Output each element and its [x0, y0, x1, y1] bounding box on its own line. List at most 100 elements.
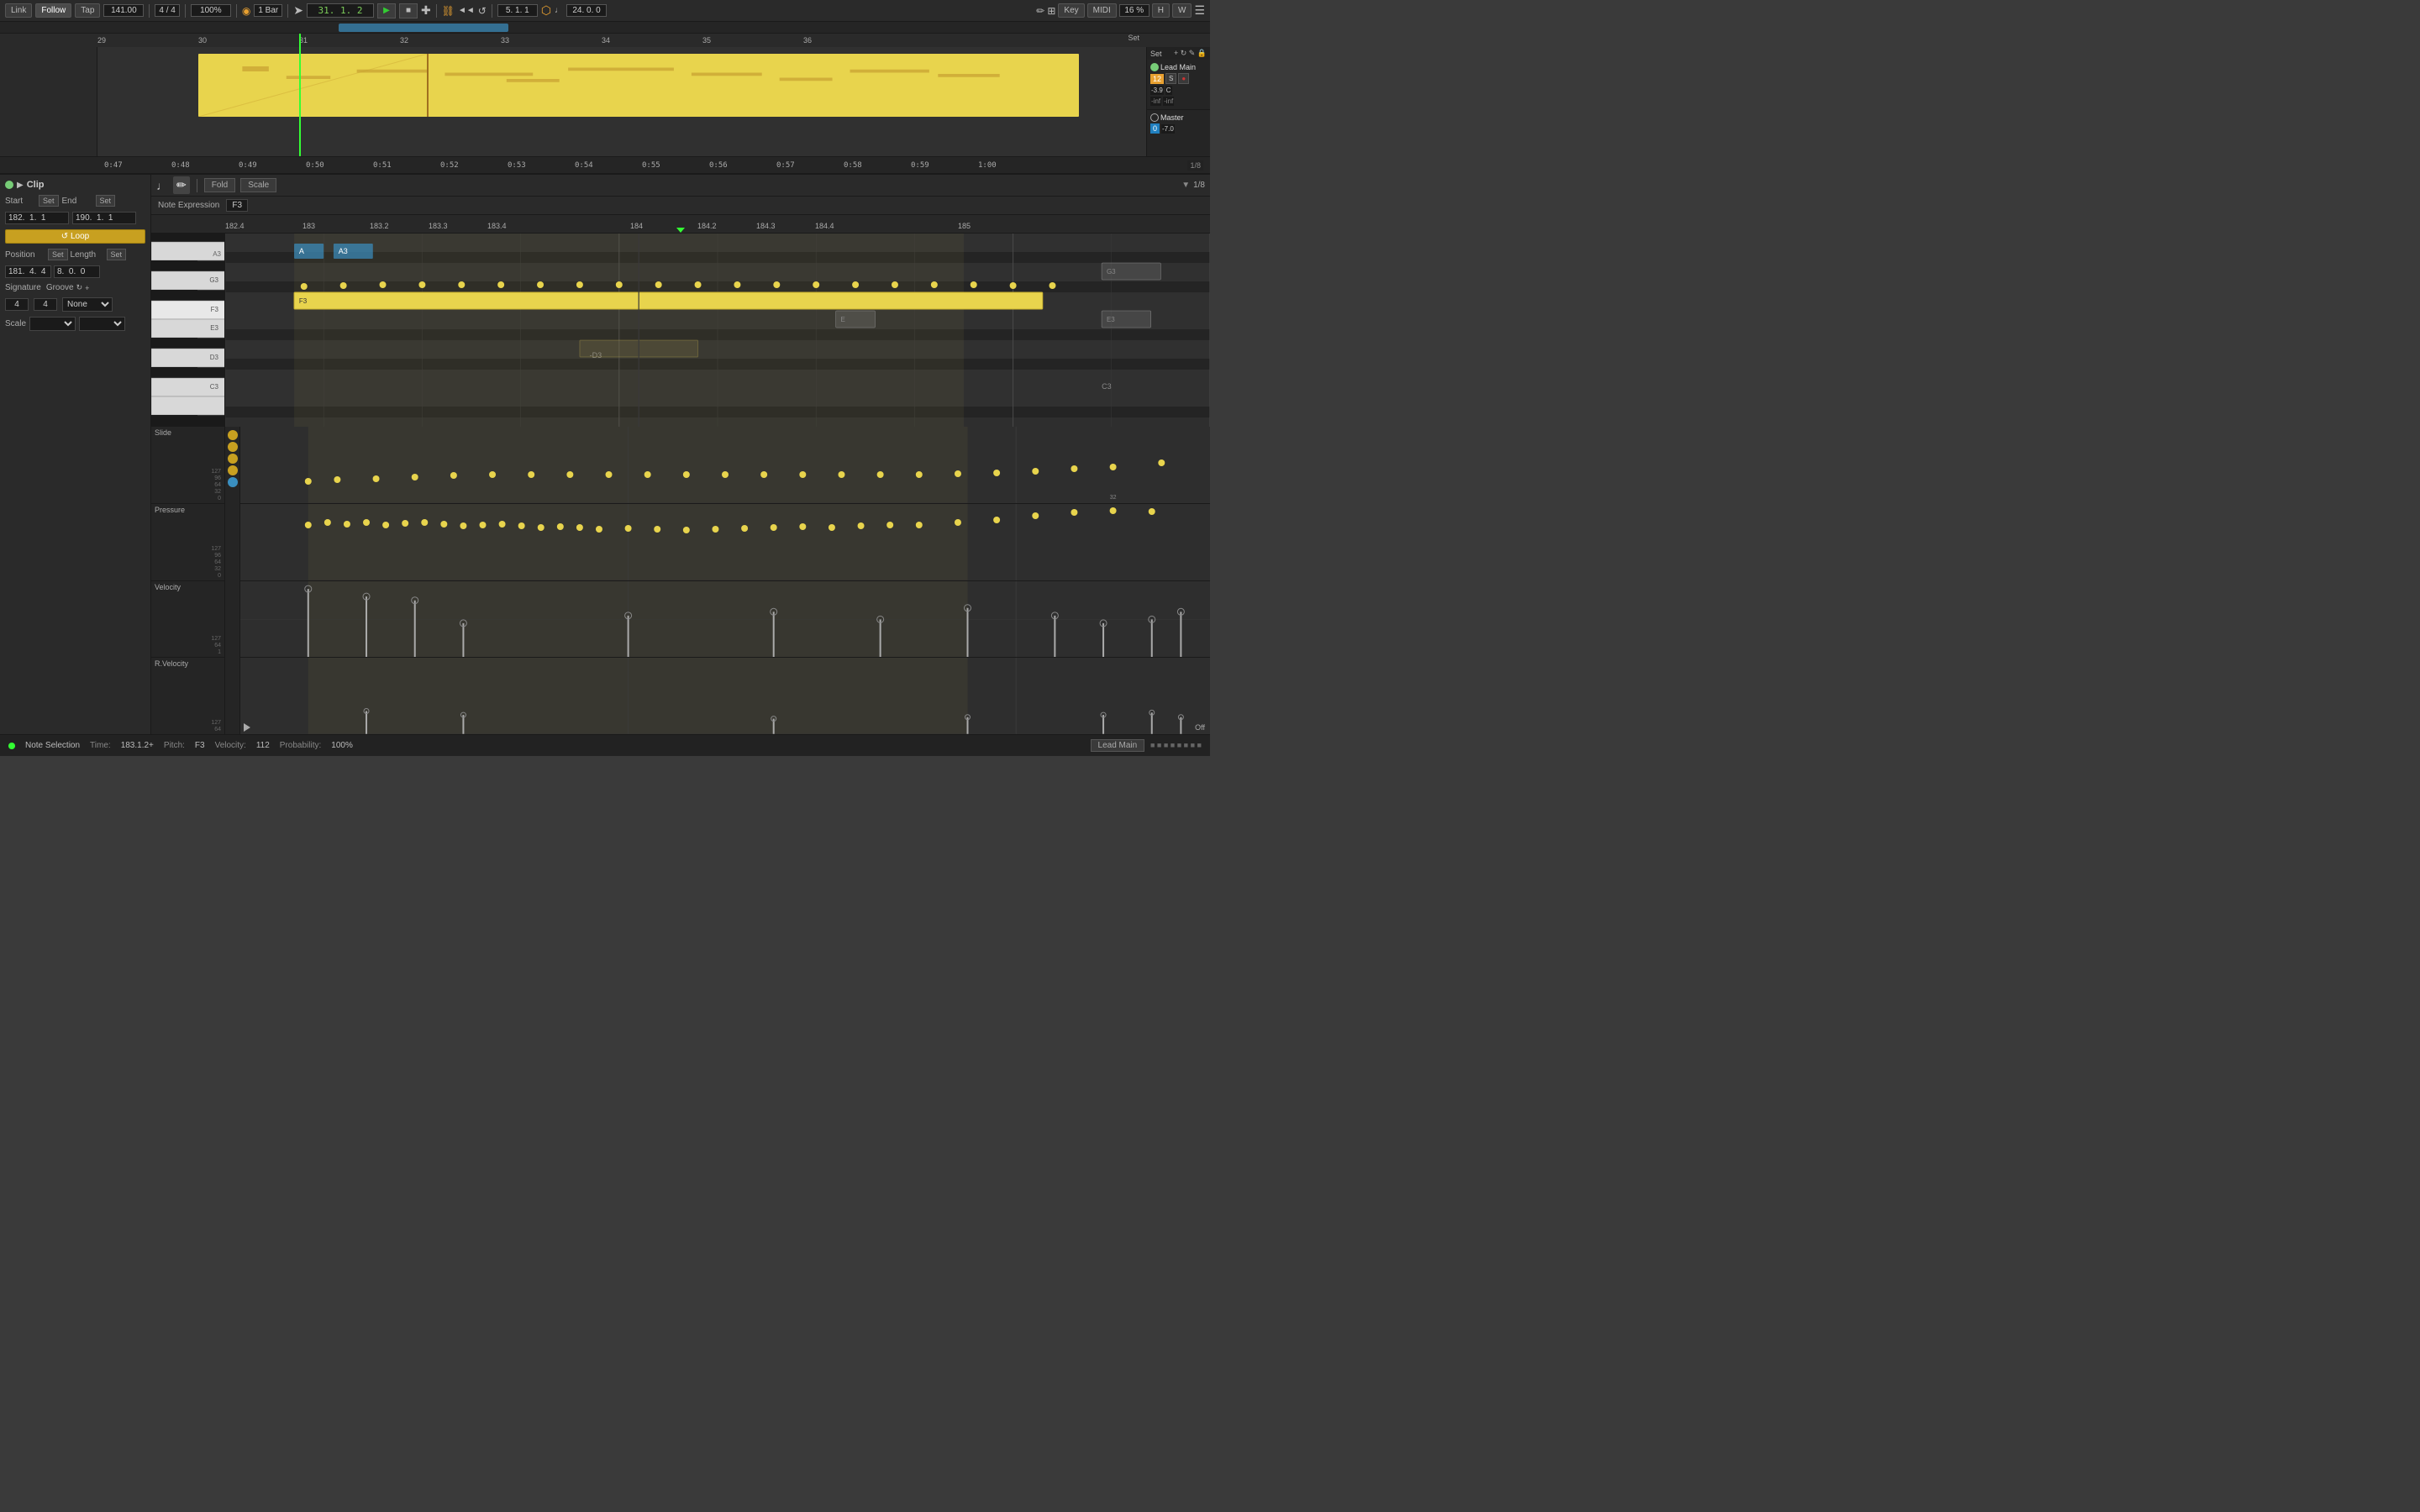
separator-5 — [436, 4, 437, 18]
top-bar-right: ✏ ⊞ Key MIDI 16 % H W ☰ — [1036, 3, 1205, 18]
pos-set-button[interactable]: Set — [48, 249, 68, 260]
track-solo-arr[interactable]: S — [1165, 73, 1176, 84]
time-1-00: 1:00 — [978, 161, 997, 170]
rvelocity-lane[interactable]: Off — [240, 658, 1210, 734]
zoom-display[interactable]: 100% — [191, 4, 231, 17]
bpm-display[interactable]: 141.00 — [103, 4, 144, 17]
end-value-input[interactable] — [72, 212, 136, 224]
time-0-53: 0:53 — [508, 161, 526, 170]
count-display[interactable]: 5. 1. 1 — [497, 4, 538, 17]
position-display[interactable]: 31. 1. 2 — [307, 3, 374, 18]
view-h-button[interactable]: H — [1152, 3, 1170, 18]
status-track-name: Lead Main — [1091, 739, 1145, 752]
pr-tl-183-2: 183.2 — [370, 222, 389, 230]
fold-button[interactable]: Fold — [204, 178, 235, 192]
sig-den-input[interactable] — [34, 298, 57, 311]
scale-select[interactable] — [29, 317, 76, 331]
menu-icon[interactable]: ☰ — [1194, 3, 1205, 18]
svg-text:C3: C3 — [1102, 382, 1112, 391]
svg-text:D3: D3 — [210, 354, 219, 361]
status-right-area: Lead Main ■ ■ ■ ■ ■ ■ ■ ■ — [1091, 741, 1202, 750]
loop-length[interactable]: 1 Bar — [254, 4, 282, 17]
time-0-59: 0:59 — [911, 161, 929, 170]
piano-keys: F3 E3 D3 C3 G3 A3 — [151, 234, 225, 427]
velocity-lane[interactable] — [240, 581, 1210, 659]
midi-button[interactable]: MIDI — [1087, 3, 1117, 18]
scale-button[interactable]: Scale — [240, 178, 276, 192]
add-icon: ✚ — [421, 3, 431, 18]
master-vol[interactable]: 0 — [1150, 123, 1160, 134]
time-0-52: 0:52 — [440, 161, 459, 170]
position-value-input[interactable] — [5, 265, 51, 278]
track-lane[interactable] — [97, 47, 1146, 156]
tl-29: 29 — [97, 36, 106, 45]
groove-select[interactable]: None — [62, 297, 113, 312]
groove-add-icon[interactable]: + — [85, 284, 89, 292]
play-button[interactable]: ▶ — [377, 3, 396, 18]
arr-playhead-line — [299, 47, 301, 156]
key-button[interactable]: Key — [1058, 3, 1084, 18]
expr-icon-5[interactable] — [228, 477, 238, 487]
slide-lane[interactable]: 32 — [240, 427, 1210, 504]
expr-icon-2[interactable] — [228, 442, 238, 452]
svg-text:A: A — [299, 247, 304, 255]
svg-text:E3: E3 — [210, 324, 218, 332]
arr-set-row: Set + ↻ ✎ 🔒 — [1147, 47, 1210, 60]
key-a3-label: A3 — [213, 250, 221, 258]
link-button[interactable]: Link — [5, 3, 32, 18]
expr-icon-4[interactable] — [228, 465, 238, 475]
count-display-2[interactable]: 24. 0. 0 — [566, 4, 607, 17]
end-set-button[interactable]: Set — [96, 195, 116, 207]
time-0-47: 0:47 — [104, 161, 123, 170]
follow-button[interactable]: Follow — [35, 3, 71, 18]
pr-tl-183: 183 — [302, 222, 315, 230]
start-end-row: Start Set End Set — [5, 195, 145, 207]
sig-num-input[interactable] — [5, 298, 29, 311]
expr-icons-column — [225, 427, 240, 734]
scale-select-2[interactable] — [79, 317, 125, 331]
arrangement-timeline: 29 30 31 32 33 34 35 36 Set — [0, 34, 1210, 47]
pencil-tool[interactable]: ✏ — [173, 176, 190, 194]
top-bar: Link Follow Tap 141.00 4 / 4 100% ◉ 1 Ba… — [0, 0, 1210, 22]
tap-button[interactable]: Tap — [75, 3, 100, 18]
scroll-thumb[interactable] — [339, 24, 508, 32]
start-set-button[interactable]: Set — [39, 195, 59, 207]
timeline-needle — [676, 228, 685, 233]
note-grid[interactable]: F3 — [225, 234, 1210, 427]
status-track-dots: ■ ■ ■ ■ ■ ■ ■ ■ — [1150, 741, 1202, 749]
separator-1 — [149, 4, 150, 18]
expr-icon-1[interactable] — [228, 430, 238, 440]
status-bar: Note Selection Time: 183.1.2+ Pitch: F3 … — [0, 734, 1210, 756]
pr-tl-184-3: 184.3 — [756, 222, 776, 230]
track-arm-arr[interactable]: ● — [1178, 73, 1189, 84]
arrow-left-icon: ◄◄ — [458, 6, 475, 15]
arrangement-clip[interactable] — [198, 54, 1079, 117]
length-set-button[interactable]: Set — [107, 249, 127, 260]
expr-lanes-content: 32 — [240, 427, 1210, 734]
length-value-input[interactable] — [54, 265, 100, 278]
expr-icon-3[interactable] — [228, 454, 238, 464]
signature-label: Signature — [5, 283, 41, 292]
length-label: Length — [71, 250, 104, 260]
velocity-scale: 127 64 1 — [155, 636, 221, 655]
slide-name: Slide — [155, 428, 221, 437]
fraction-label: 1/8 — [1187, 160, 1203, 171]
track-db1: -3.9 — [1150, 86, 1164, 95]
loop-button[interactable]: ↺ Loop — [5, 229, 145, 244]
play-icon-rvelocity[interactable] — [244, 723, 252, 732]
track-db2: C — [1165, 86, 1172, 95]
note-expr-value[interactable]: F3 — [226, 199, 248, 212]
time-0-49: 0:49 — [239, 161, 257, 170]
stop-button[interactable]: ■ — [399, 3, 418, 18]
track-vol-arr[interactable]: 12 — [1150, 74, 1164, 84]
pressure-lane[interactable] — [240, 504, 1210, 581]
clip-header: ▶ Clip — [5, 180, 145, 190]
view-zoom[interactable]: 16 % — [1119, 4, 1150, 17]
track-active-dot — [1150, 63, 1159, 71]
groove-icons: Groove ↻ + — [46, 283, 90, 292]
loop-marker — [427, 54, 429, 117]
arrangement-scroll[interactable] — [0, 22, 1210, 34]
view-w-button[interactable]: W — [1172, 3, 1192, 18]
time-sig-display[interactable]: 4 / 4 — [155, 4, 179, 17]
start-value-input[interactable] — [5, 212, 69, 224]
